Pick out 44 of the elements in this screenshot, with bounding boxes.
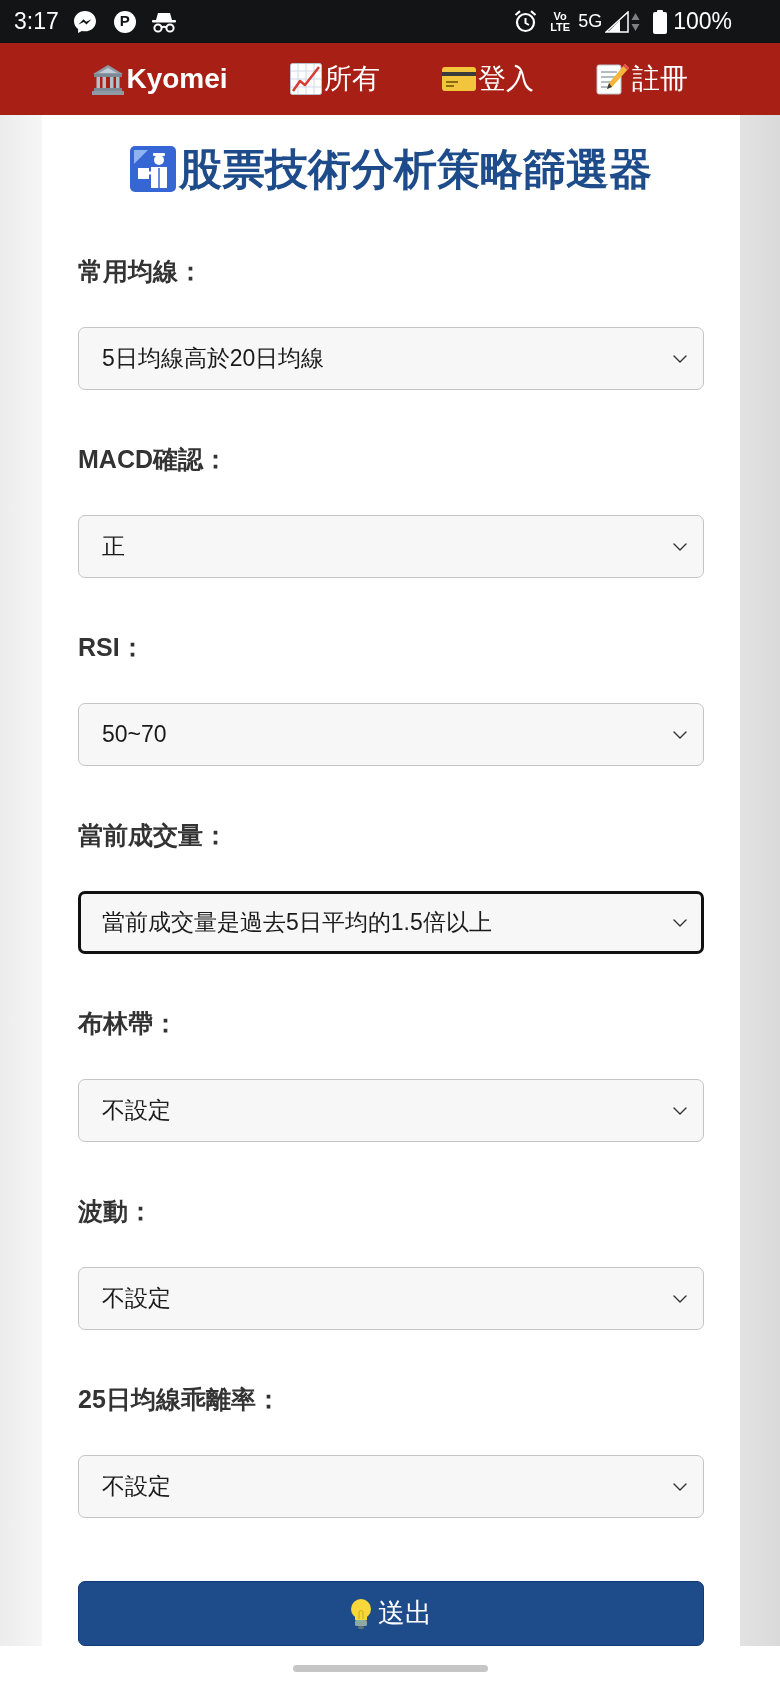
lightbulb-icon xyxy=(350,1598,372,1629)
battery-icon xyxy=(653,9,668,34)
field-label: 布林帶： xyxy=(78,1008,178,1039)
field-label: 波動： xyxy=(78,1196,153,1227)
notification-badge: P xyxy=(113,10,136,33)
dropdown-select[interactable]: 5日均線高於20日均線 xyxy=(78,327,704,390)
messenger-icon xyxy=(72,9,97,34)
dropdown-select[interactable]: 正 xyxy=(78,515,704,578)
memo-pencil-icon xyxy=(595,63,630,95)
status-time: 3:17 xyxy=(14,7,59,37)
dropdown-select[interactable]: 不設定 xyxy=(78,1455,704,1518)
chevron-down-icon xyxy=(673,918,687,927)
battery-percent: 100% xyxy=(673,7,732,37)
credit-card-icon xyxy=(441,67,476,91)
field-label: RSI： xyxy=(78,632,145,663)
alarm-clock-icon xyxy=(514,10,538,33)
incognito-icon xyxy=(150,10,177,33)
field-label: 25日均線乖離率： xyxy=(78,1384,281,1415)
nav-link[interactable]: 登入 xyxy=(441,58,534,100)
nav-link[interactable]: Kyomei xyxy=(92,58,228,100)
data-arrows-icon xyxy=(631,11,641,32)
bank-building-icon xyxy=(92,63,125,95)
chevron-down-icon xyxy=(673,354,687,363)
chart-icon xyxy=(289,63,322,95)
nav-link[interactable]: 所有 xyxy=(289,58,380,100)
chevron-down-icon xyxy=(673,1482,687,1491)
chevron-down-icon xyxy=(673,1106,687,1115)
signal-strength-icon xyxy=(605,10,630,33)
dropdown-select[interactable]: 不設定 xyxy=(78,1267,704,1330)
network-type: 5G xyxy=(578,10,603,33)
dropdown-select[interactable]: 50~70 xyxy=(78,703,704,766)
page-title: 股票技術分析策略篩選器 xyxy=(179,144,652,194)
chevron-down-icon xyxy=(673,730,687,739)
submit-button[interactable]: 送出 xyxy=(78,1581,704,1646)
dropdown-select[interactable]: 不設定 xyxy=(78,1079,704,1142)
person-tile-icon xyxy=(130,146,176,192)
nav-link[interactable]: 註冊 xyxy=(595,58,688,100)
dropdown-select[interactable]: 當前成交量是過去5日平均的1.5倍以上 xyxy=(78,891,704,954)
field-label: 常用均線： xyxy=(78,256,203,287)
volte-indicator: Vo LTE xyxy=(550,10,571,33)
field-label: MACD確認： xyxy=(78,444,228,475)
chevron-down-icon xyxy=(673,1294,687,1303)
field-label: 當前成交量： xyxy=(78,820,228,851)
chevron-down-icon xyxy=(673,542,687,551)
